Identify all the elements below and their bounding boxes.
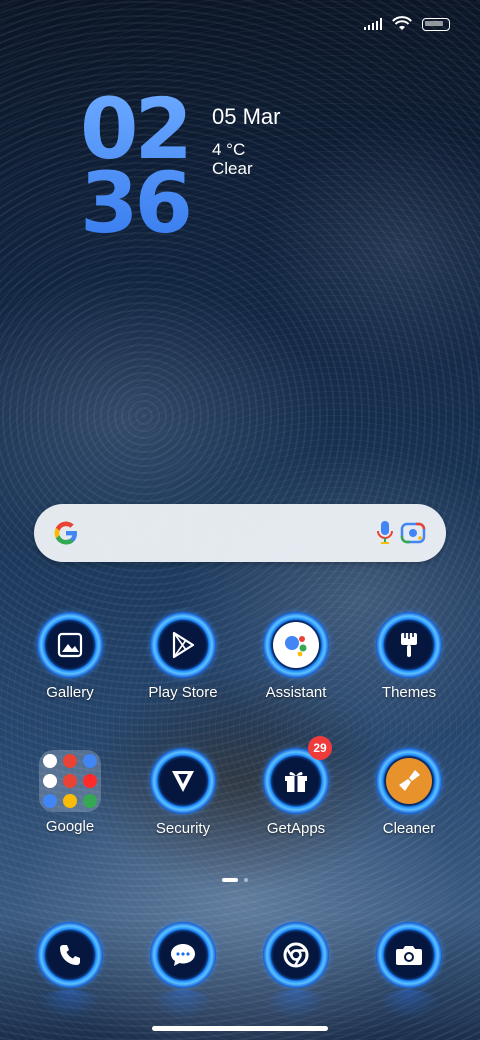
gift-icon [285,772,307,792]
app-cleaner[interactable]: Cleaner [359,748,459,837]
date-label: 05 Mar [212,104,281,129]
weather-temperature: 4 °C [212,140,246,159]
dock-reflection [37,990,103,1020]
cleaner-broom-icon [399,770,420,791]
gallery-icon [57,632,83,658]
app-label: Security [155,820,211,837]
app-gallery[interactable]: Gallery [20,612,120,701]
clock-minutes: 36 [80,154,189,252]
home-gesture-bar[interactable] [152,1026,328,1031]
app-security[interactable]: Security [133,748,233,837]
app-label: Themes [381,684,437,701]
folder-icon [39,750,101,812]
battery-icon [422,17,450,31]
messages-icon [171,944,195,966]
chrome-icon [283,942,309,968]
app-play-store[interactable]: Play Store [133,612,233,701]
clock-widget[interactable]: 02 36 [80,92,210,240]
app-label: Google [45,818,95,835]
wifi-icon [392,16,412,30]
google-g-icon [54,521,77,545]
dock-reflection [263,990,329,1020]
weather-condition: Clear [212,159,253,178]
app-themes[interactable]: Themes [359,612,459,701]
app-label: Assistant [265,684,327,701]
dock-reflection [376,990,442,1020]
assistant-icon [285,636,307,657]
security-icon [172,771,194,792]
page-indicator [222,878,248,882]
play-store-icon [172,631,195,659]
dock-chrome[interactable] [246,922,346,988]
notification-badge: 29 [308,736,332,760]
dock-reflection [150,990,216,1020]
google-lens-icon[interactable] [400,521,426,545]
dock-camera[interactable] [359,922,459,988]
weather-widget[interactable]: 4 °C Clear [212,140,253,178]
app-getapps[interactable]: 29 GetApps [246,736,346,837]
app-assistant[interactable]: Assistant [246,612,346,701]
microphone-icon[interactable] [376,520,394,546]
themes-brush-icon [401,633,417,657]
dock-phone[interactable] [20,922,120,988]
signal-bars-icon [364,18,382,30]
app-label: Gallery [46,684,94,701]
phone-icon [60,945,80,965]
app-label: Cleaner [382,820,436,837]
dock-messages[interactable] [133,922,233,988]
camera-icon [396,946,422,965]
folder-google[interactable]: Google [20,748,120,835]
status-bar [364,16,450,32]
app-label: Play Store [148,684,218,701]
app-label: GetApps [266,820,326,837]
google-search-bar[interactable] [34,504,446,562]
